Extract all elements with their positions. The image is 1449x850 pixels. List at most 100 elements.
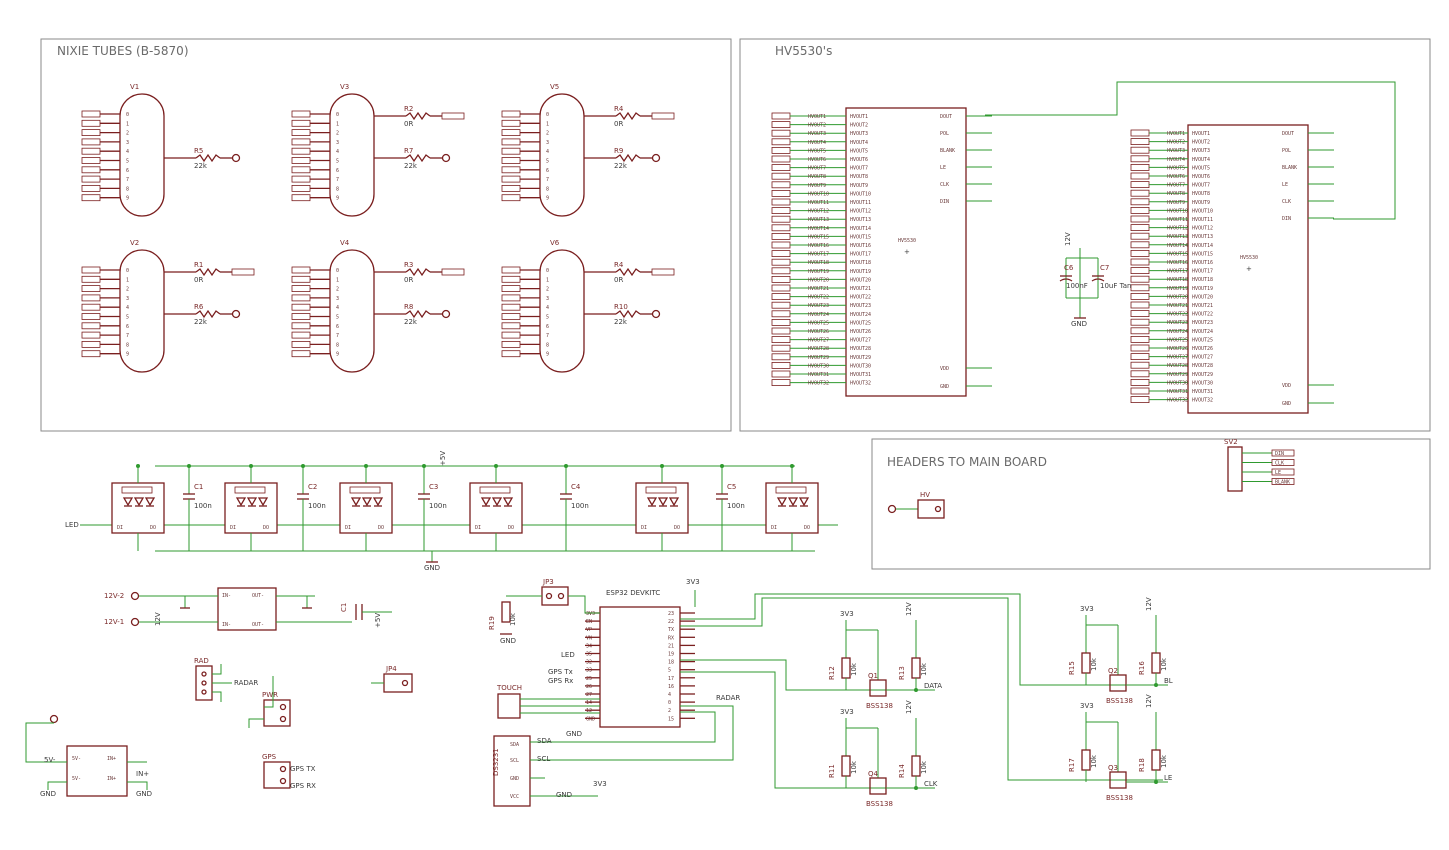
nixie-pin-number: 7 (546, 177, 549, 183)
esp32-left-pin-label: 27 (586, 692, 592, 698)
esp32-right-pin-label: 18 (668, 660, 674, 666)
ls-out-net: CLK (924, 780, 938, 788)
esp32-gnd: GND (566, 730, 582, 738)
esp32-left-pin-label: 14 (586, 700, 592, 706)
hv5530-ctrl-pin: DIN (1282, 216, 1291, 222)
rad-ref: RAD (194, 657, 209, 665)
nixie-anode-supply (651, 309, 661, 319)
hv5530-ctrl-pin: POL (940, 131, 949, 137)
nixie-pin-label (501, 285, 521, 293)
nixie-tube: V2 0 1 2 3 4 5 6 7 8 9 R6 22k R1 0R (81, 239, 255, 373)
nixie-aux-res-val: 0R (614, 276, 623, 284)
nixie-pin-number: 7 (546, 333, 549, 339)
reg-pin-in-1: IN- (222, 593, 231, 599)
hv5530-out-pin: HVOUT10 (850, 191, 871, 197)
nixie-pin-label (81, 266, 101, 274)
hv5530-out-pin: HVOUT32 (1192, 398, 1213, 404)
hv5530-out-net: HVOUT19 (808, 269, 829, 275)
hv5530-out-pin: HVOUT6 (1192, 174, 1210, 180)
hv5530-out-net: HVOUT1 (808, 114, 826, 120)
nixie-pin-number: 4 (546, 149, 549, 155)
esp32-right-pin-label: 5 (668, 668, 671, 674)
esp32-left-pin-label: 32 (586, 660, 592, 666)
ls-fet-part: BSS138 (866, 702, 893, 710)
nixie-pin-label (81, 322, 101, 330)
rtc-vcc: VCC (510, 794, 519, 800)
led-module: DI DO (111, 464, 165, 551)
nixie-anode-resistor (195, 309, 221, 319)
hv5530-out-label (1130, 181, 1150, 189)
hv5530-out-net: HVOUT12 (808, 209, 829, 215)
boost-pin-3: IN+ (107, 756, 116, 762)
ls-high-resistor (1151, 652, 1161, 674)
hv5530-out-pin: HVOUT24 (1192, 329, 1213, 335)
hv5530-out-net: HVOUT22 (1167, 312, 1188, 318)
hv5530-out-label (771, 112, 791, 120)
nixie-pin-label (501, 331, 521, 339)
hv5530-out-pin: HVOUT31 (850, 372, 871, 378)
led-pin-din: DI (230, 525, 236, 531)
led-module-value (349, 486, 381, 494)
nixie-pin-label (291, 166, 311, 174)
nixie-pin-number: 5 (336, 315, 339, 321)
hv5530-out-label (1130, 301, 1150, 309)
nixie-aux-label (441, 268, 465, 276)
nixie-pin-label (501, 350, 521, 358)
hv5530-origin: + (1246, 265, 1252, 273)
reg-pin-in-2: IN- (222, 622, 231, 628)
gps-rx-net: GPS RX (290, 782, 316, 790)
nixie-pin-label (81, 313, 101, 320)
nixie-pin-number: 3 (546, 296, 549, 302)
nixie-anode-res-val: 22k (614, 162, 628, 170)
led-vdd-junction (136, 464, 140, 468)
led-pin-din: DI (475, 525, 481, 531)
led-cap-ref: C5 (727, 483, 736, 491)
led-rail-label: +5V (439, 451, 447, 466)
hv5530-out-net: HVOUT3 (1167, 148, 1185, 154)
nixie-pin-label (291, 175, 311, 183)
esp32-left-pin-label: 35 (586, 652, 592, 658)
hv5530-out-label (1130, 129, 1150, 137)
hv5530-out-pin: HVOUT22 (1192, 312, 1213, 318)
nixie-pin-label (291, 294, 311, 302)
hv5530-out-pin: HVOUT29 (850, 355, 871, 361)
hv5530-out-pin: HVOUT4 (850, 140, 868, 146)
hv5530-out-pin: HVOUT11 (850, 200, 871, 206)
led-cap-value: 100n (194, 502, 212, 510)
hv5530-out-label (1130, 378, 1150, 386)
ls-high-ref: R16 (1138, 661, 1146, 675)
esp32-right-pin-label: 16 (668, 684, 674, 690)
level-shifters: R12 10k Q1 BSS138 R13 10k DATA 3V3 12V R15 10k Q2 BS… (828, 597, 1173, 808)
hv-boost: 5V- 5V- IN+ IN+ 5V- IN+ GND GND (25, 714, 152, 798)
nixie-anode-resistor (405, 153, 431, 163)
boost-in-net: 5V- (44, 756, 56, 764)
sv2-pin-net: CLK (1275, 461, 1284, 467)
nixie-pin-label (501, 294, 521, 302)
ls-low-resistor (841, 755, 851, 777)
nixie-pin-label (501, 175, 521, 183)
ls-low-ref: R11 (828, 764, 836, 778)
nixie-pin-number: 1 (546, 277, 549, 283)
hv5530-out-label (771, 241, 791, 249)
hv5530-out-net: HVOUT7 (1167, 183, 1185, 189)
nixie-aux-res-val: 0R (404, 120, 413, 128)
led-cap-value: 100n (429, 502, 447, 510)
nixie-pin-number: 0 (546, 112, 549, 118)
hv5530-out-pin: HVOUT12 (850, 209, 871, 215)
nixie-aux-resistor (195, 267, 221, 277)
led-cap-ref: C1 (194, 483, 203, 491)
ls-high-resistor (911, 657, 921, 679)
hv5530-out-net: HVOUT32 (1167, 398, 1188, 404)
hv5530-out-label (1130, 344, 1150, 352)
esp32-left-pin-label: VN (586, 635, 592, 641)
nixie-tube-ref: V4 (340, 239, 350, 247)
led-vdd-junction (494, 464, 498, 468)
nixie-anode-res-ref: R10 (614, 303, 628, 311)
nixie-pin-label (501, 340, 521, 348)
jp4-ref: JP4 (385, 665, 397, 673)
hv5530-out-label (1130, 146, 1150, 154)
hv5530-out-net: HVOUT17 (1167, 269, 1188, 275)
hv5530-out-pin: HVOUT13 (850, 217, 871, 223)
nixie-pin-number: 6 (126, 324, 129, 330)
hv5530-out-pin: HVOUT26 (1192, 346, 1213, 352)
